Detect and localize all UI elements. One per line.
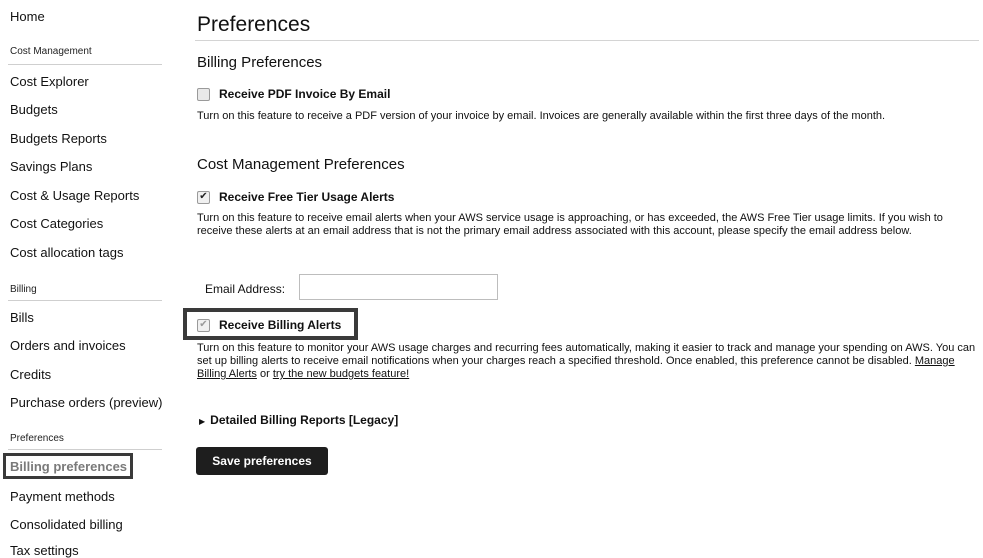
sidebar-item-purchase-orders[interactable]: Purchase orders (preview) bbox=[10, 395, 162, 410]
page-title: Preferences bbox=[197, 13, 311, 36]
pdf-invoice-row: Receive PDF Invoice By Email bbox=[197, 87, 390, 101]
sidebar-section-billing: Billing bbox=[10, 284, 37, 295]
save-preferences-button[interactable]: Save preferences bbox=[196, 447, 328, 475]
sidebar-item-payment-methods[interactable]: Payment methods bbox=[10, 489, 115, 504]
sidebar-item-cost-usage-reports[interactable]: Cost & Usage Reports bbox=[10, 188, 139, 203]
pdf-invoice-label[interactable]: Receive PDF Invoice By Email bbox=[219, 87, 390, 101]
email-address-input[interactable] bbox=[299, 274, 498, 300]
sidebar-divider bbox=[8, 300, 162, 301]
sidebar-item-home[interactable]: Home bbox=[10, 9, 45, 24]
sidebar-item-credits[interactable]: Credits bbox=[10, 367, 51, 382]
sidebar-item-consolidated-billing[interactable]: Consolidated billing bbox=[10, 517, 123, 532]
sidebar-divider bbox=[8, 64, 162, 65]
sidebar-item-cost-explorer[interactable]: Cost Explorer bbox=[10, 74, 89, 89]
sidebar-item-cost-categories[interactable]: Cost Categories bbox=[10, 216, 103, 231]
checkmark-icon: ✔ bbox=[199, 191, 208, 202]
free-tier-alerts-row: ✔ Receive Free Tier Usage Alerts bbox=[197, 190, 394, 204]
cost-management-preferences-heading: Cost Management Preferences bbox=[197, 156, 405, 173]
billing-alerts-label[interactable]: Receive Billing Alerts bbox=[219, 318, 341, 332]
free-tier-alerts-label[interactable]: Receive Free Tier Usage Alerts bbox=[219, 190, 394, 204]
main-content: Preferences Billing Preferences Receive … bbox=[183, 0, 981, 558]
title-divider bbox=[195, 40, 979, 41]
billing-preferences-heading: Billing Preferences bbox=[197, 54, 323, 71]
pdf-invoice-description: Turn on this feature to receive a PDF ve… bbox=[197, 110, 886, 122]
sidebar-nav: Home Cost Management Cost Explorer Budge… bbox=[0, 0, 168, 558]
billing-alerts-checkbox[interactable]: ✔ bbox=[197, 318, 210, 332]
sidebar-section-cost-management: Cost Management bbox=[10, 46, 92, 57]
email-address-label: Email Address: bbox=[205, 282, 286, 296]
sidebar-divider bbox=[8, 449, 162, 450]
billing-alerts-description: Turn on this feature to monitor your AWS… bbox=[197, 342, 976, 367]
sidebar-item-cost-allocation-tags[interactable]: Cost allocation tags bbox=[10, 245, 123, 260]
caret-right-icon: ▶ bbox=[199, 417, 206, 426]
billing-alerts-description-block: Turn on this feature to monitor your AWS… bbox=[197, 342, 981, 381]
detailed-billing-reports-label: Detailed Billing Reports [Legacy] bbox=[210, 413, 399, 427]
free-tier-alerts-checkbox[interactable]: ✔ bbox=[197, 190, 210, 204]
sidebar-item-bills[interactable]: Bills bbox=[10, 310, 34, 325]
sidebar-item-billing-preferences[interactable]: Billing preferences bbox=[10, 459, 127, 474]
detailed-billing-reports-toggle[interactable]: ▶ Detailed Billing Reports [Legacy] bbox=[199, 413, 398, 427]
sidebar-section-preferences: Preferences bbox=[10, 433, 64, 444]
pdf-invoice-checkbox[interactable] bbox=[197, 87, 210, 101]
try-budgets-link[interactable]: try the new budgets feature! bbox=[273, 368, 409, 380]
free-tier-alerts-description: Turn on this feature to receive email al… bbox=[197, 212, 943, 237]
link-connector-text: or bbox=[259, 368, 270, 380]
sidebar-item-budgets[interactable]: Budgets bbox=[10, 102, 58, 117]
sidebar-item-orders-invoices[interactable]: Orders and invoices bbox=[10, 338, 126, 353]
sidebar-item-savings-plans[interactable]: Savings Plans bbox=[10, 159, 92, 174]
sidebar-item-tax-settings[interactable]: Tax settings bbox=[10, 543, 79, 558]
billing-alerts-row: ✔ Receive Billing Alerts bbox=[197, 318, 341, 332]
checkmark-icon: ✔ bbox=[199, 319, 208, 330]
sidebar-item-budgets-reports[interactable]: Budgets Reports bbox=[10, 131, 107, 146]
